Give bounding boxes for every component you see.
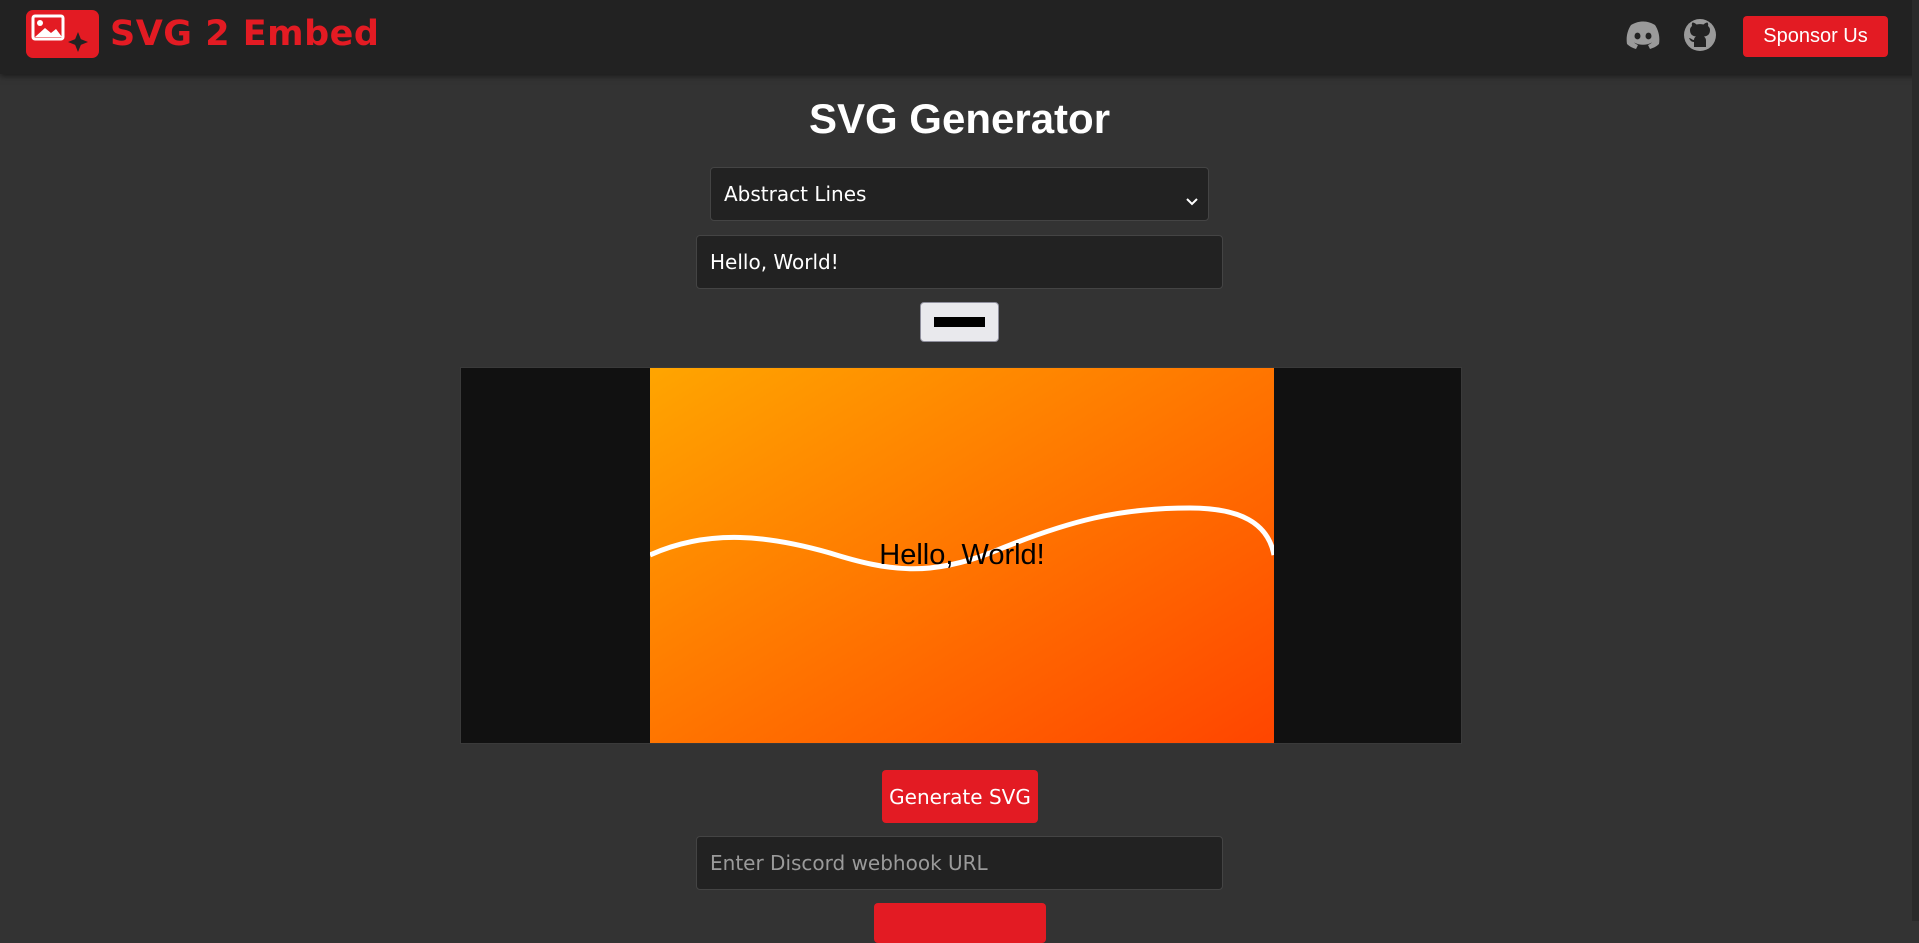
page-scrollbar[interactable] [1912,0,1919,921]
color-swatch [934,317,985,327]
github-icon[interactable] [1682,17,1718,53]
navbar: SVG 2 Embed Sponsor Us [0,0,1919,74]
preview-image: Hello, World! [650,368,1274,743]
template-select-value: Abstract Lines [724,182,867,206]
text-input[interactable] [696,235,1223,289]
page-title: SVG Generator [808,95,1111,142]
generate-svg-button[interactable]: Generate SVG [882,770,1038,823]
send-to-discord-button[interactable] [874,903,1046,943]
discord-icon[interactable] [1624,18,1662,52]
discord-webhook-input[interactable] [696,836,1223,890]
brand-name[interactable]: SVG 2 Embed [110,12,379,56]
sponsor-button[interactable]: Sponsor Us [1743,16,1888,57]
image-with-sparkle-icon[interactable] [26,10,99,58]
chevron-down-icon [1186,188,1198,212]
template-select[interactable]: Abstract Lines [710,167,1209,221]
preview-text: Hello, World! [879,539,1044,571]
text-color-picker[interactable] [920,302,999,342]
svg-preview: Hello, World! [460,367,1462,744]
